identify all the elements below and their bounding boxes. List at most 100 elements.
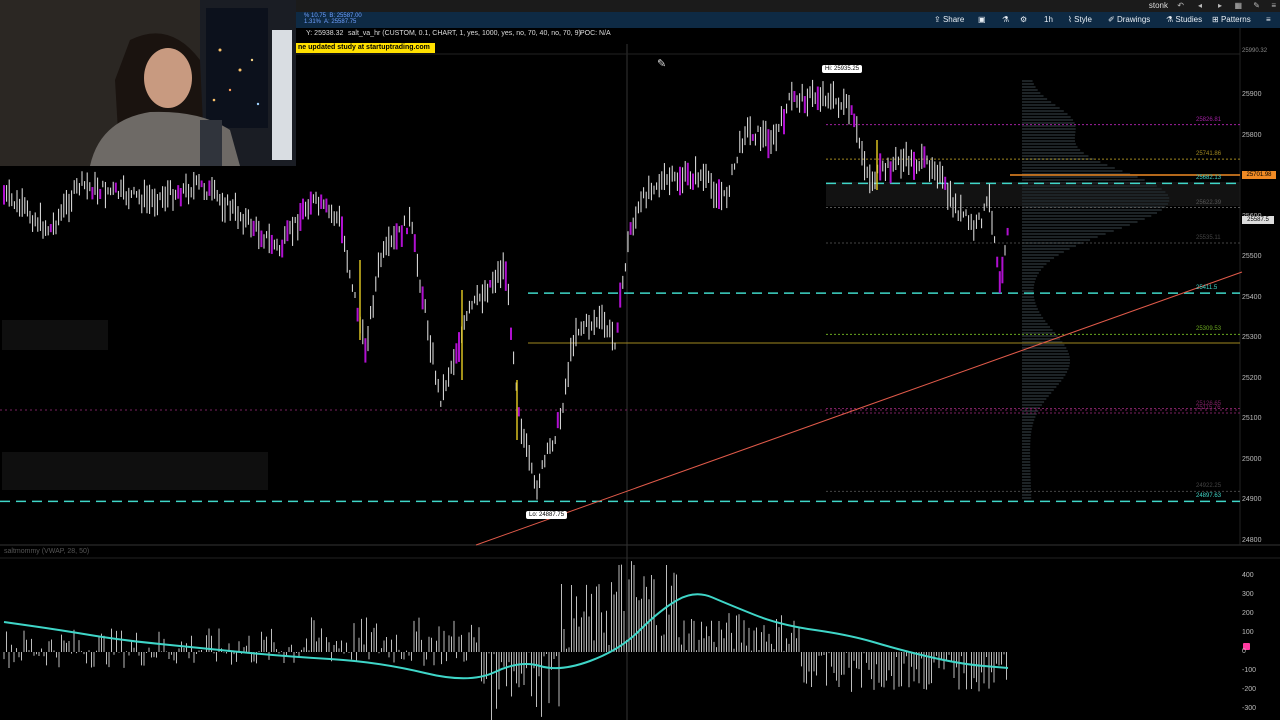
profile-bar [1022,383,1059,385]
profile-bar [1022,389,1054,391]
profile-bar [1022,314,1042,316]
webcam-overlay [0,0,296,166]
profile-bar [1022,101,1052,103]
profile-bar [1022,296,1035,298]
profile-bar [1022,185,1157,187]
level-label: 24922.25 [1196,483,1222,490]
profile-bar [1022,122,1075,124]
low-label: Lo: 24887.75 [526,511,568,519]
indicator-axis-tick: -100 [1242,667,1257,674]
profile-bar [1022,482,1031,484]
profile-bar [1022,425,1033,427]
indicator-axis-tick: 100 [1242,629,1254,636]
orange-price-tag: 25701.98 [1242,171,1276,179]
profile-bar [1022,281,1035,283]
profile-bar [1022,188,1162,190]
profile-bar [1022,89,1038,91]
profile-bar [1022,215,1152,217]
level-label: 25741.86 [1196,151,1222,158]
indicator-axis-tick: -300 [1242,705,1257,712]
profile-bar [1022,371,1068,373]
profile-bar [1022,362,1070,364]
profile-bar [1022,257,1055,259]
profile-bar [1022,392,1052,394]
profile-bar [1022,377,1064,379]
profile-bar [1022,197,1170,199]
profile-bar [1022,218,1145,220]
profile-bar [1022,176,1138,178]
profile-bar [1022,320,1046,322]
profile-bar [1022,302,1036,304]
profile-bar [1022,110,1064,112]
indicator-axis-tick: 400 [1242,572,1254,579]
y-axis-tick: 25400 [1242,293,1262,301]
profile-bar [1022,470,1031,472]
profile-bar [1022,344,1065,346]
profile-bar [1022,209,1162,211]
profile-bar [1022,374,1066,376]
level-label: 25826.81 [1196,116,1222,123]
profile-bar [1022,287,1034,289]
profile-bar [1022,419,1035,421]
profile-bar [1022,248,1070,250]
profile-bar [1022,461,1031,463]
profile-bar [1022,488,1031,490]
y-axis-tick: 25000 [1242,455,1262,463]
profile-bar [1022,143,1076,145]
profile-bar [1022,107,1060,109]
profile-bar [1022,236,1098,238]
profile-bar [1022,386,1057,388]
y-axis-tick: 25100 [1242,415,1262,423]
profile-bar [1022,359,1071,361]
y-axis-tick: 25300 [1242,334,1262,342]
indicator-axis-tick: 0 [1242,648,1246,655]
profile-bar [1022,443,1031,445]
profile-bar [1022,311,1040,313]
profile-bar [1022,179,1145,181]
profile-bar [1022,326,1051,328]
profile-bar [1022,422,1034,424]
profile-bar [1022,290,1034,292]
profile-bar [1022,323,1048,325]
profile-bar [1022,350,1068,352]
profile-bar [1022,485,1031,487]
indicator-label[interactable]: saltmommy (VWAP, 28, 50) [4,548,89,555]
level-label: 25309.53 [1196,326,1222,333]
profile-bar [1022,191,1166,193]
indicator-histogram [3,561,1007,720]
profile-bar [1022,194,1168,196]
profile-bar [1022,452,1031,454]
profile-bar [1022,266,1044,268]
profile-bar [1022,440,1031,442]
profile-bar [1022,161,1101,163]
y-axis-tick: 24900 [1242,496,1262,504]
profile-bar [1022,284,1035,286]
profile-bar [1022,365,1070,367]
profile-bar [1022,80,1033,82]
profile-bar [1022,131,1076,133]
profile-bar [1022,299,1035,301]
profile-bar [1022,431,1032,433]
profile-bar [1022,221,1138,223]
profile-bar [1022,308,1038,310]
profile-bar [1022,245,1076,247]
profile-bar [1022,251,1064,253]
profile-bar [1022,152,1084,154]
profile-bar [1022,275,1038,277]
profile-bar [1022,95,1044,97]
profile-bar [1022,446,1031,448]
volume-profile [1022,80,1170,499]
promo-banner[interactable]: ne updated study at startuptrading.com [296,43,435,53]
high-label: Hi: 25935.25 [822,65,863,73]
profile-bar [1022,416,1036,418]
profile-bar [1022,170,1123,172]
profile-bar [1022,104,1056,106]
y-axis-tick: 25500 [1242,253,1262,261]
profile-bar [1022,224,1130,226]
profile-bar [1022,380,1062,382]
profile-bar [1022,449,1031,451]
profile-bar [1022,260,1050,262]
profile-bar [1022,305,1037,307]
profile-bar [1022,473,1031,475]
profile-bar [1022,167,1115,169]
